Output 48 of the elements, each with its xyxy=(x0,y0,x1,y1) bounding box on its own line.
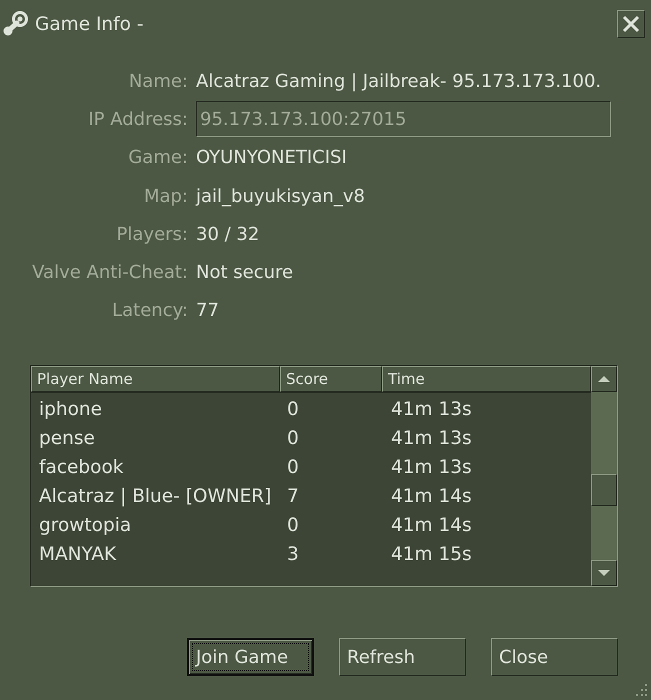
table-cell-text: 41m 14s xyxy=(390,515,472,536)
scroll-down-button[interactable] xyxy=(591,560,617,586)
table-cell-text: 3 xyxy=(286,544,299,566)
field-value: 77 xyxy=(196,300,219,322)
scroll-up-button[interactable] xyxy=(591,366,617,392)
up-arrow-icon xyxy=(598,376,610,382)
table-cell-text: 0 xyxy=(286,457,299,478)
table-cell-text: 7 xyxy=(286,486,299,508)
down-arrow-icon xyxy=(598,570,610,576)
column-header[interactable]: Player Name xyxy=(31,366,280,392)
table-cell-text: 41m 13s xyxy=(390,457,472,478)
column-header[interactable]: Time xyxy=(382,366,591,392)
field-label: Valve Anti-Cheat: xyxy=(32,262,188,284)
field-value: Alcatraz Gaming | Jailbreak- 95.173.173.100. xyxy=(196,70,602,92)
field-label: Game: xyxy=(128,147,188,168)
dialog-button[interactable]: Refresh xyxy=(339,638,466,676)
table-cell-text: pense xyxy=(38,428,95,450)
close-icon xyxy=(622,15,640,33)
field-label: Name: xyxy=(128,70,188,92)
field-value: Not secure xyxy=(196,262,294,284)
field-label: IP Address: xyxy=(88,108,188,130)
table-cell-text: 0 xyxy=(286,399,299,420)
field-label: Map: xyxy=(144,186,188,207)
table-cell-text: MANYAK xyxy=(38,544,116,566)
table-cell-text: Alcatraz | Blue- [OWNER] xyxy=(38,486,272,508)
table-cell-text: 41m 13s xyxy=(390,399,472,420)
field-value: 30 / 32 xyxy=(196,224,260,245)
table-cell-text: facebook xyxy=(38,457,124,478)
dialog-button[interactable]: Join Game xyxy=(187,638,314,676)
table-cell-text: 41m 14s xyxy=(390,486,472,508)
field-value: OYUNYONETICISI xyxy=(196,147,347,168)
input-field[interactable]: 95.173.173.100:27015 xyxy=(196,101,611,138)
table-cell-text: growtopia xyxy=(38,515,132,536)
table-cell-text: 41m 13s xyxy=(390,428,472,450)
field-label: Latency: xyxy=(112,300,188,322)
field-value: jail_buyukisyan_v8 xyxy=(196,186,365,207)
resize-grip-icon[interactable] xyxy=(634,683,648,697)
table-cell-text: 0 xyxy=(286,428,299,450)
close-button[interactable] xyxy=(617,10,645,38)
column-header[interactable]: Score xyxy=(280,366,382,392)
table-cell-text: 0 xyxy=(286,515,299,536)
scrollbar-thumb[interactable] xyxy=(591,474,617,506)
field-label: Players: xyxy=(116,224,188,245)
dialog-button[interactable]: Close xyxy=(491,638,618,676)
table-cell-text: 41m 15s xyxy=(390,544,472,566)
table-cell-text: iphone xyxy=(38,399,102,420)
logo-icon xyxy=(2,11,28,37)
window-title: Game Info - xyxy=(35,14,144,34)
